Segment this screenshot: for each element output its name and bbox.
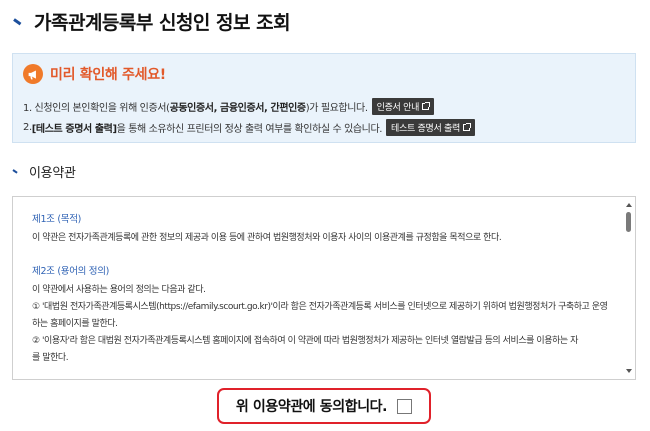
agree-terms-checkbox[interactable] [397,398,413,414]
test-print-button-label: 테스트 증명서 출력 [391,124,461,134]
cert-guide-button[interactable]: 인증서 안내 [371,98,435,115]
terms-section-title: 이용약관 [29,166,76,181]
notice-line2-prefix: 2. [23,122,32,133]
section-mark-icon [12,168,20,176]
agree-terms-box[interactable]: 위 이용약관에 동의합니다. [217,388,431,424]
cert-guide-button-label: 인증서 안내 [376,103,420,113]
article1-title: 제1조 (목적) [32,214,82,225]
scroll-down-icon[interactable] [623,366,634,376]
terms-content: 제1조 (목적) 이 약관은 전자가족관계등록에 관한 정보의 제공과 이용 등… [32,211,617,367]
scroll-up-icon[interactable] [623,200,634,210]
notice-line1-bold: 공동인증서, 금융인증서, 간편인증 [169,103,307,114]
external-link-icon [422,102,431,110]
notice-line-test: 2. [테스트 증명서 출력] 을 통해 소유하신 프린터의 정상 출력 여부를 … [23,119,476,136]
terms-scroll-box[interactable]: 제1조 (목적) 이 약관은 전자가족관계등록에 관한 정보의 제공과 이용 등… [12,196,636,380]
page-title: 가족관계등록부 신청인 정보 조회 [34,12,291,34]
notice-title: 미리 확인해 주세요! [50,67,166,83]
page-header: 가족관계등록부 신청인 정보 조회 [12,8,291,35]
article2-line: ② '이용자'라 함은 대법원 전자가족관계등록시스템 홈페이지에 접속하여 이… [32,336,578,346]
agree-terms-label[interactable]: 위 이용약관에 동의합니다. [236,396,388,416]
notice-line1-suffix: )가 필요합니다. [305,103,368,114]
article2-title: 제2조 (용어의 정의) [32,266,110,277]
article1-text: 이 약관은 전자가족관계등록에 관한 정보의 제공과 이용 등에 관하여 법원행… [32,233,502,243]
notice-line2-bold: [테스트 증명서 출력] [31,124,117,135]
external-link-icon [463,123,472,131]
megaphone-icon [23,64,43,84]
article2-line: 를 말한다. [32,353,69,363]
article2-line: ① '대법원 전자가족관계등록시스템(https://efamily.scour… [32,302,608,312]
notice-header: 미리 확인해 주세요! [23,64,166,84]
notice-line2-suffix: 을 통해 소유하신 프린터의 정상 출력 여부를 확인하실 수 있습니다. [116,124,383,135]
terms-scrollbar[interactable] [623,198,634,378]
notice-line-cert: 1. 신청인의 본인확인을 위해 인증서(공동인증서, 금융인증서, 간편인증)… [23,98,435,115]
test-print-button[interactable]: 테스트 증명서 출력 [386,119,476,136]
terms-section-header: 이용약관 [12,162,76,181]
article2-line: 이 약관에서 사용하는 용어의 정의는 다음과 같다. [32,285,206,295]
article2-line: 하는 홈페이지를 말한다. [32,319,118,329]
notice-panel: 미리 확인해 주세요! 1. 신청인의 본인확인을 위해 인증서(공동인증서, … [12,53,636,143]
scroll-thumb[interactable] [626,212,631,232]
notice-line1-prefix: 1. 신청인의 본인확인을 위해 인증서( [23,103,170,114]
title-mark-icon [12,15,26,29]
